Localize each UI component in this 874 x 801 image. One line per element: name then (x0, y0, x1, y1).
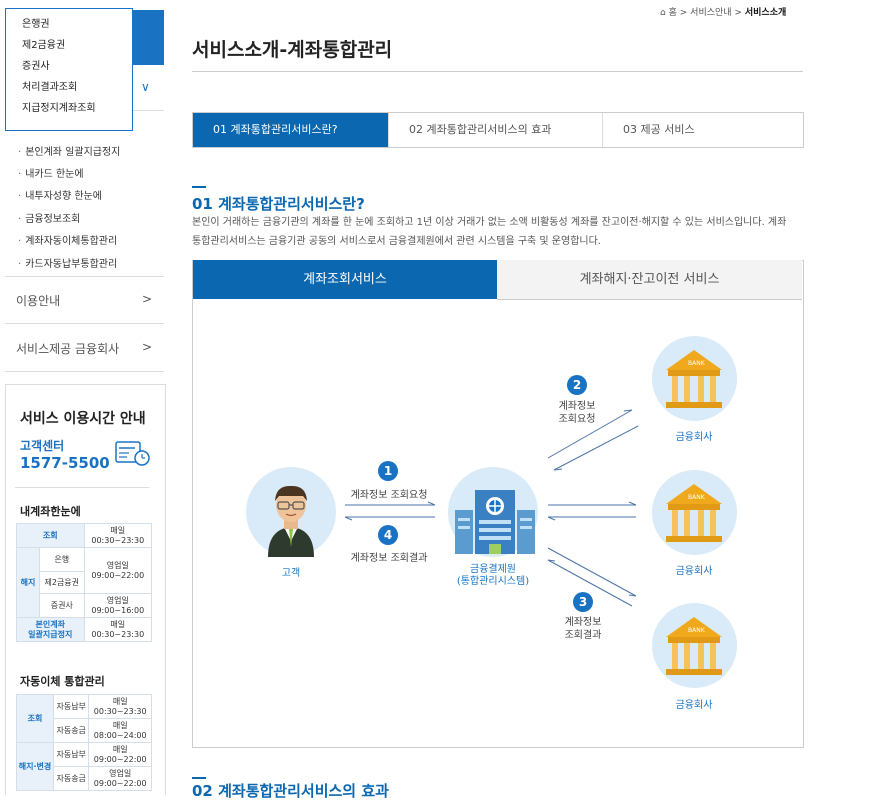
divider (5, 323, 164, 324)
flow-arrows (344, 409, 639, 607)
bank-label: 금융회사 (675, 432, 713, 443)
divider (5, 371, 164, 372)
service-hours-title: 서비스 이용시간 안내 (20, 411, 146, 427)
table-cell: 자동납부 (52, 694, 90, 719)
table-cell: 증권사 (39, 593, 85, 618)
table-cell: 매일 08:00~24:00 (88, 718, 152, 743)
step-1-label: 계좌정보 조회요청 (350, 490, 428, 501)
divider (192, 71, 803, 72)
dropdown-item-securities[interactable]: 증권사 (6, 56, 132, 77)
bank-icon: BANK (666, 350, 722, 408)
section-accent-bar (192, 186, 206, 188)
hours-table-autotransfer: 조회 자동납부 매일 00:30~23:30 자동송금 매일 08:00~24:00… (16, 694, 152, 791)
step-4-label: 계좌정보 조회결과 (350, 553, 428, 564)
step-2-label-line2: 조회요청 (558, 414, 596, 425)
section-title-accounts: 내계좌한눈에 (20, 505, 81, 518)
table-cell: 매일 09:00~22:00 (88, 742, 152, 767)
sidebar-subitem[interactable]: 본인계좌 일괄지급정지 (18, 143, 120, 158)
dropdown-menu: 은행권 제2금융권 증권사 처리결과조회 지급정지계좌조회 (5, 8, 133, 131)
table-cell: 해지·변경 (16, 742, 54, 791)
tab-intro[interactable]: 01 계좌통합관리서비스란? (193, 113, 389, 147)
section-accent-bar (192, 777, 206, 779)
step-2-label: 계좌정보 조회요청 (547, 400, 607, 426)
breadcrumb-separator: > (679, 8, 688, 18)
divider (5, 276, 164, 277)
hours-table-accounts: 조회 매일 00:30~23:30 해지 은행 영업일 09:00~22:00 제2… (16, 523, 153, 642)
customer-center-number: 1577-5500 (20, 454, 110, 472)
tab-account-inquiry[interactable]: 계좌조회서비스 (193, 260, 497, 299)
next-section-title: 02 계좌통합관리서비스의 효과 (192, 782, 389, 800)
table-cell: 자동송금 (52, 766, 90, 791)
section-title-autotransfer: 자동이체 통합관리 (20, 675, 105, 688)
sidebar-item-guide[interactable]: 이용안내 (16, 292, 60, 309)
dropdown-item-bank[interactable]: 은행권 (6, 14, 132, 35)
bank-sign: BANK (688, 360, 706, 367)
tab-effects[interactable]: 02 계좌통합관리서비스의 효과 (389, 113, 603, 147)
section-title: 01 계좌통합관리서비스란? (192, 195, 365, 213)
step-2-label-line1: 계좌정보 (558, 401, 596, 412)
sidebar-active-header[interactable] (132, 10, 164, 65)
step-3-label: 계좌정보 조회결과 (553, 616, 613, 642)
breadcrumb-home[interactable]: 홈 (669, 8, 677, 18)
tab-services[interactable]: 03 제공 서비스 (603, 113, 803, 147)
section-tabs: 01 계좌통합관리서비스란? 02 계좌통합관리서비스의 효과 03 제공 서비… (192, 112, 804, 148)
table-cell: 해지 (16, 547, 40, 618)
step-3-label-line1: 계좌정보 (564, 617, 602, 628)
section-description: 본인이 거래하는 금융기관의 계좌를 한 눈에 조회하고 1년 이상 거래가 없… (192, 217, 787, 247)
step-3-badge: 3 (573, 592, 593, 612)
dropdown-item-result[interactable]: 처리결과조회 (6, 77, 132, 98)
sidebar-subitem[interactable]: 내카드 한눈에 (18, 165, 83, 180)
table-cell: 매일 00:30~23:30 (83, 617, 153, 642)
chevron-right-icon[interactable]: > (142, 292, 152, 306)
step-2-badge: 2 (567, 375, 587, 395)
table-cell: 영업일 09:00~22:00 (83, 547, 153, 594)
bank-label: 금융회사 (675, 700, 713, 711)
table-cell: 자동송금 (52, 718, 90, 743)
breadcrumb-current: 서비스소개 (744, 8, 787, 18)
breadcrumb-item[interactable]: 서비스안내 (690, 8, 731, 18)
home-icon[interactable]: ⌂ (660, 8, 666, 18)
bank-label: 금융회사 (675, 566, 713, 577)
divider (15, 487, 149, 488)
table-cell: 매일 00:30~23:30 (88, 694, 152, 719)
tab-account-close[interactable]: 계좌해지·잔고이전 서비스 (497, 260, 802, 300)
dropdown-item-suspend[interactable]: 지급정지계좌조회 (6, 98, 132, 119)
table-cell: 영업일 09:00~16:00 (83, 593, 153, 618)
table-cell: 제2금융권 (39, 571, 85, 594)
chevron-down-icon[interactable]: ∨ (141, 80, 150, 94)
table-cell: 자동납부 (52, 742, 90, 767)
table-cell: 조회 (16, 694, 54, 743)
chevron-right-icon[interactable]: > (142, 340, 152, 354)
step-1-badge: 1 (378, 461, 398, 481)
sidebar-subitem[interactable]: 금융정보조회 (18, 210, 80, 225)
table-cell: 매일 00:30~23:30 (83, 523, 153, 548)
sidebar-subitem[interactable]: 내투자성향 한눈에 (18, 187, 102, 202)
bank-sign: BANK (688, 494, 706, 501)
bank-sign: BANK (688, 627, 706, 634)
sidebar-item-institutions[interactable]: 서비스제공 금융회사 (16, 340, 119, 357)
table-cell: 은행 (39, 547, 85, 572)
sidebar-subitem[interactable]: 계좌자동이체통합관리 (18, 232, 117, 247)
bank-icon: BANK (666, 617, 722, 675)
table-cell: 본인계좌 일괄지급정지 (16, 617, 85, 642)
customer-icon (268, 485, 314, 557)
card-clock-icon (115, 441, 150, 466)
sidebar-subitem[interactable]: 카드자동납부통합관리 (18, 255, 117, 270)
customer-center-label: 고객센터 (20, 439, 65, 453)
page-title: 서비스소개-계좌통합관리 (192, 39, 393, 61)
bank-icon: BANK (666, 484, 722, 542)
step-4-badge: 4 (378, 525, 398, 545)
breadcrumb: ⌂ 홈 > 서비스안내 > 서비스소개 (660, 5, 786, 18)
customer-label: 고객 (281, 568, 301, 579)
table-cell: 영업일 09:00~22:00 (88, 766, 152, 791)
table-cell: 조회 (16, 523, 85, 548)
step-3-label-line2: 조회결과 (564, 630, 602, 641)
dropdown-item-2nd-finance[interactable]: 제2금융권 (6, 35, 132, 56)
breadcrumb-separator: > (734, 8, 742, 18)
